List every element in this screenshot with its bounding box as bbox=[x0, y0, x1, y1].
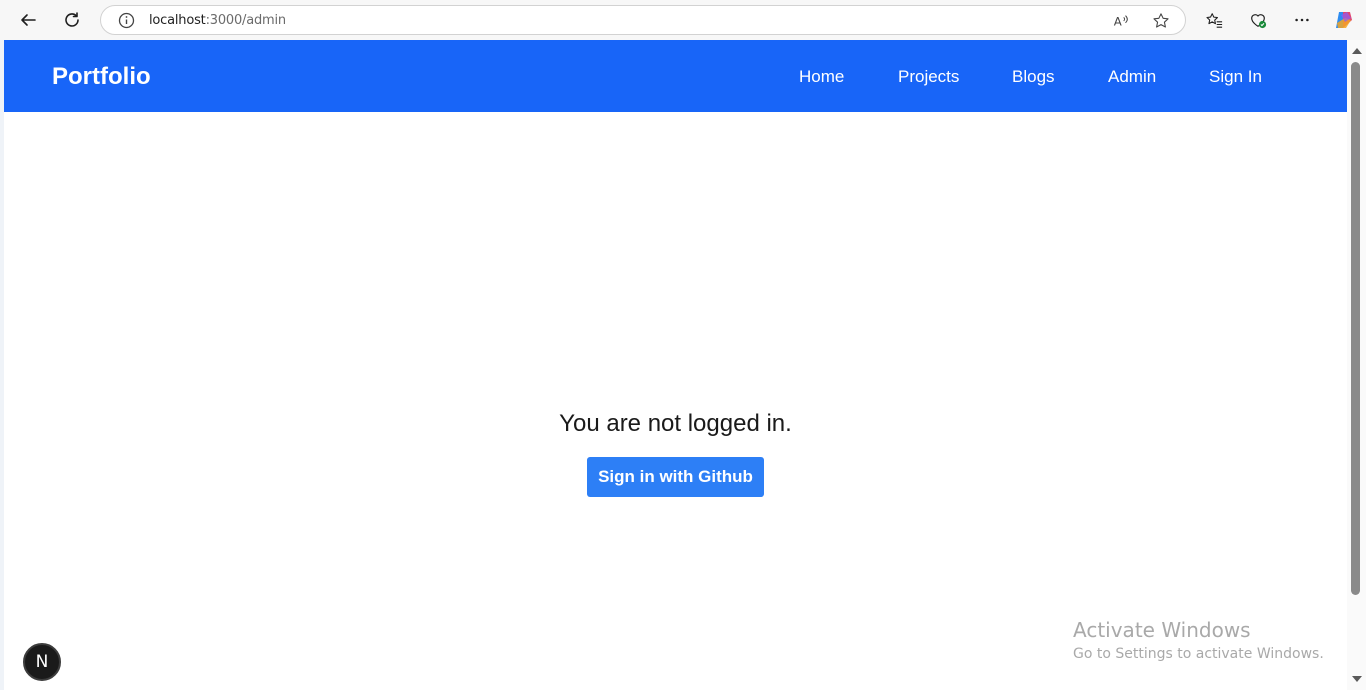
watermark-subtitle: Go to Settings to activate Windows. bbox=[1073, 646, 1324, 662]
nextjs-letter: N bbox=[35, 652, 49, 672]
nav-link-projects[interactable]: Projects bbox=[898, 67, 959, 87]
navbar: Portfolio Home Projects Blogs Admin Sign… bbox=[4, 40, 1347, 112]
browser-essentials-icon[interactable] bbox=[1244, 6, 1272, 34]
sign-in-github-button[interactable]: Sign in with Github bbox=[587, 457, 764, 497]
refresh-icon[interactable] bbox=[58, 6, 86, 34]
url-text[interactable]: localhost:3000/admin bbox=[149, 13, 286, 28]
favorites-icon[interactable] bbox=[1200, 6, 1228, 34]
nav-link-sign-in[interactable]: Sign In bbox=[1209, 67, 1262, 87]
nextjs-dev-indicator[interactable]: N bbox=[23, 643, 61, 681]
back-arrow-icon[interactable] bbox=[14, 6, 42, 34]
more-options-icon[interactable] bbox=[1288, 6, 1316, 34]
scrollbar-thumb[interactable] bbox=[1351, 62, 1360, 595]
copilot-icon[interactable] bbox=[1330, 6, 1358, 34]
page-viewport: Portfolio Home Projects Blogs Admin Sign… bbox=[4, 40, 1347, 690]
address-bar[interactable]: localhost:3000/admin A bbox=[100, 5, 1186, 35]
watermark-title: Activate Windows bbox=[1073, 618, 1251, 642]
browser-toolbar: localhost:3000/admin A bbox=[0, 0, 1366, 40]
url-host: localhost bbox=[149, 13, 206, 28]
nav-link-blogs[interactable]: Blogs bbox=[1012, 67, 1055, 87]
nav-link-admin[interactable]: Admin bbox=[1108, 67, 1156, 87]
activate-windows-watermark: Activate Windows Go to Settings to activ… bbox=[1073, 618, 1324, 662]
not-logged-in-message: You are not logged in. bbox=[559, 410, 792, 437]
url-path: :3000/admin bbox=[205, 13, 287, 28]
read-aloud-icon[interactable]: A bbox=[1111, 11, 1131, 31]
favorite-star-icon[interactable] bbox=[1151, 11, 1171, 31]
site-info-icon[interactable] bbox=[118, 12, 135, 29]
vertical-scrollbar[interactable] bbox=[1347, 40, 1366, 690]
nav-link-home[interactable]: Home bbox=[799, 67, 844, 87]
scroll-down-icon[interactable] bbox=[1352, 676, 1362, 682]
scroll-up-icon[interactable] bbox=[1352, 48, 1362, 54]
brand-logo[interactable]: Portfolio bbox=[52, 63, 151, 91]
svg-text:A: A bbox=[1114, 15, 1122, 29]
